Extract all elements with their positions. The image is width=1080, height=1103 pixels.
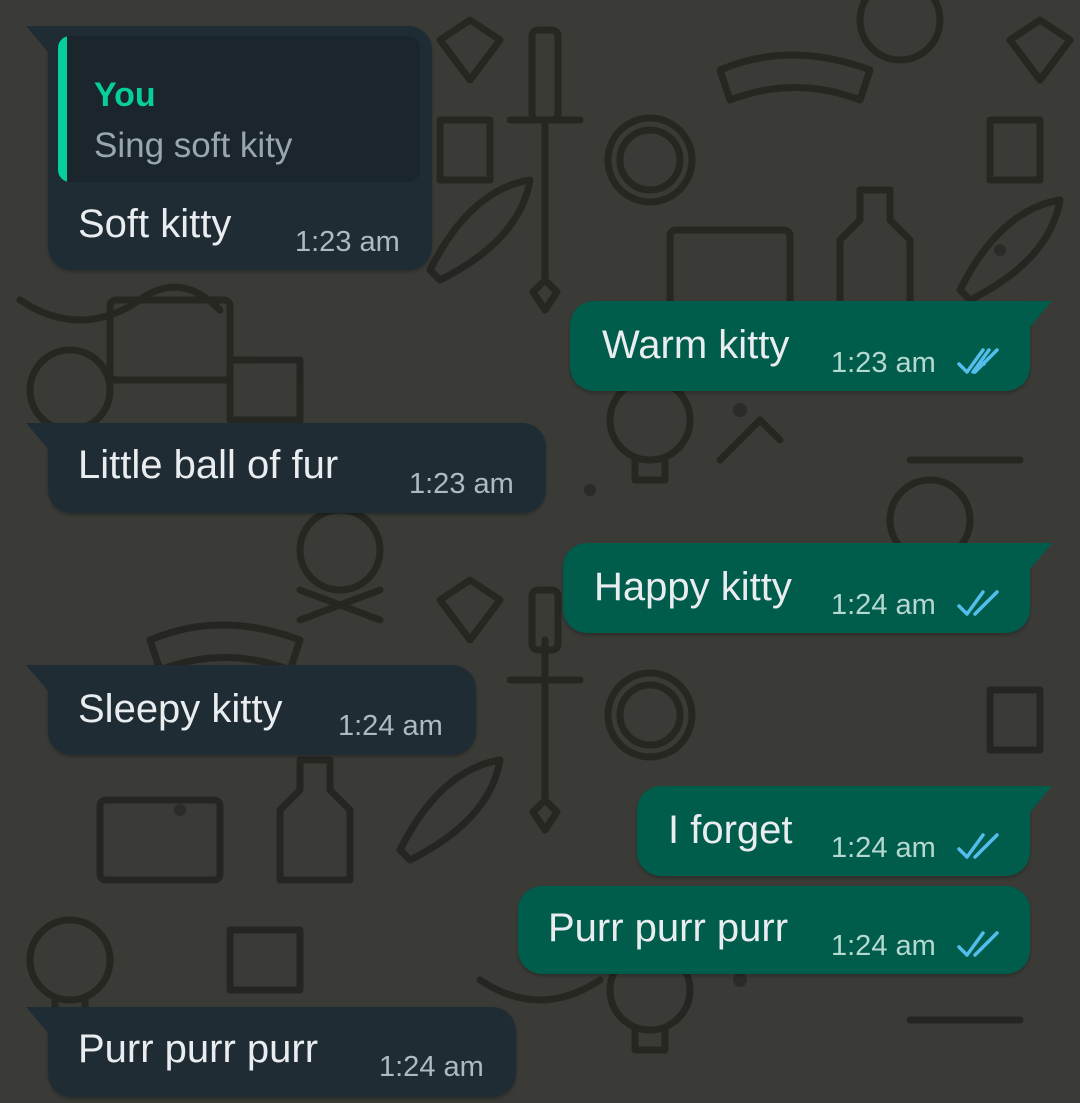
chat-message-list[interactable]: You Sing soft kity Soft kitty 1:23 am Wa… xyxy=(0,0,1080,1103)
message-time: 1:24 am xyxy=(379,1051,484,1083)
message-time: 1:24 am xyxy=(831,589,936,621)
message-bubble-outgoing[interactable]: I forget 1:24 am xyxy=(637,786,1052,876)
message-text: Sleepy kitty xyxy=(78,687,283,731)
message-bubble-incoming[interactable]: You Sing soft kity Soft kitty 1:23 am xyxy=(26,26,432,270)
message-bubble-incoming[interactable]: Purr purr purr 1:24 am xyxy=(26,1007,516,1097)
message-time: 1:24 am xyxy=(831,930,936,962)
message-bubble-outgoing[interactable]: Warm kitty 1:23 am xyxy=(570,301,1052,391)
reply-quote-bar xyxy=(58,36,67,182)
reply-quote-author: You xyxy=(94,76,156,114)
message-text: Happy kitty xyxy=(594,565,792,609)
message-bubble-incoming[interactable]: Little ball of fur 1:23 am xyxy=(26,423,546,513)
message-bubble-incoming[interactable]: Sleepy kitty 1:24 am xyxy=(26,665,476,755)
message-time: 1:23 am xyxy=(409,468,514,500)
double-check-icon xyxy=(957,931,999,957)
message-text: I forget xyxy=(668,808,793,852)
message-text: Little ball of fur xyxy=(78,443,339,487)
message-text: Soft kitty xyxy=(78,202,232,246)
message-text: Purr purr purr xyxy=(548,906,789,950)
message-text: Purr purr purr xyxy=(78,1027,319,1071)
message-time: 1:24 am xyxy=(338,710,443,742)
message-bubble-outgoing[interactable]: Happy kitty 1:24 am xyxy=(563,543,1052,633)
double-check-icon xyxy=(957,833,999,859)
message-time: 1:24 am xyxy=(831,832,936,864)
reply-quote[interactable]: You Sing soft kity xyxy=(58,36,420,182)
double-check-icon xyxy=(957,590,999,616)
double-check-icon xyxy=(957,348,999,374)
message-time: 1:23 am xyxy=(295,226,400,258)
message-text: Warm kitty xyxy=(602,323,790,367)
message-time: 1:23 am xyxy=(831,347,936,379)
reply-quote-text: Sing soft kity xyxy=(94,126,293,165)
message-bubble-outgoing[interactable]: Purr purr purr 1:24 am xyxy=(518,886,1030,974)
